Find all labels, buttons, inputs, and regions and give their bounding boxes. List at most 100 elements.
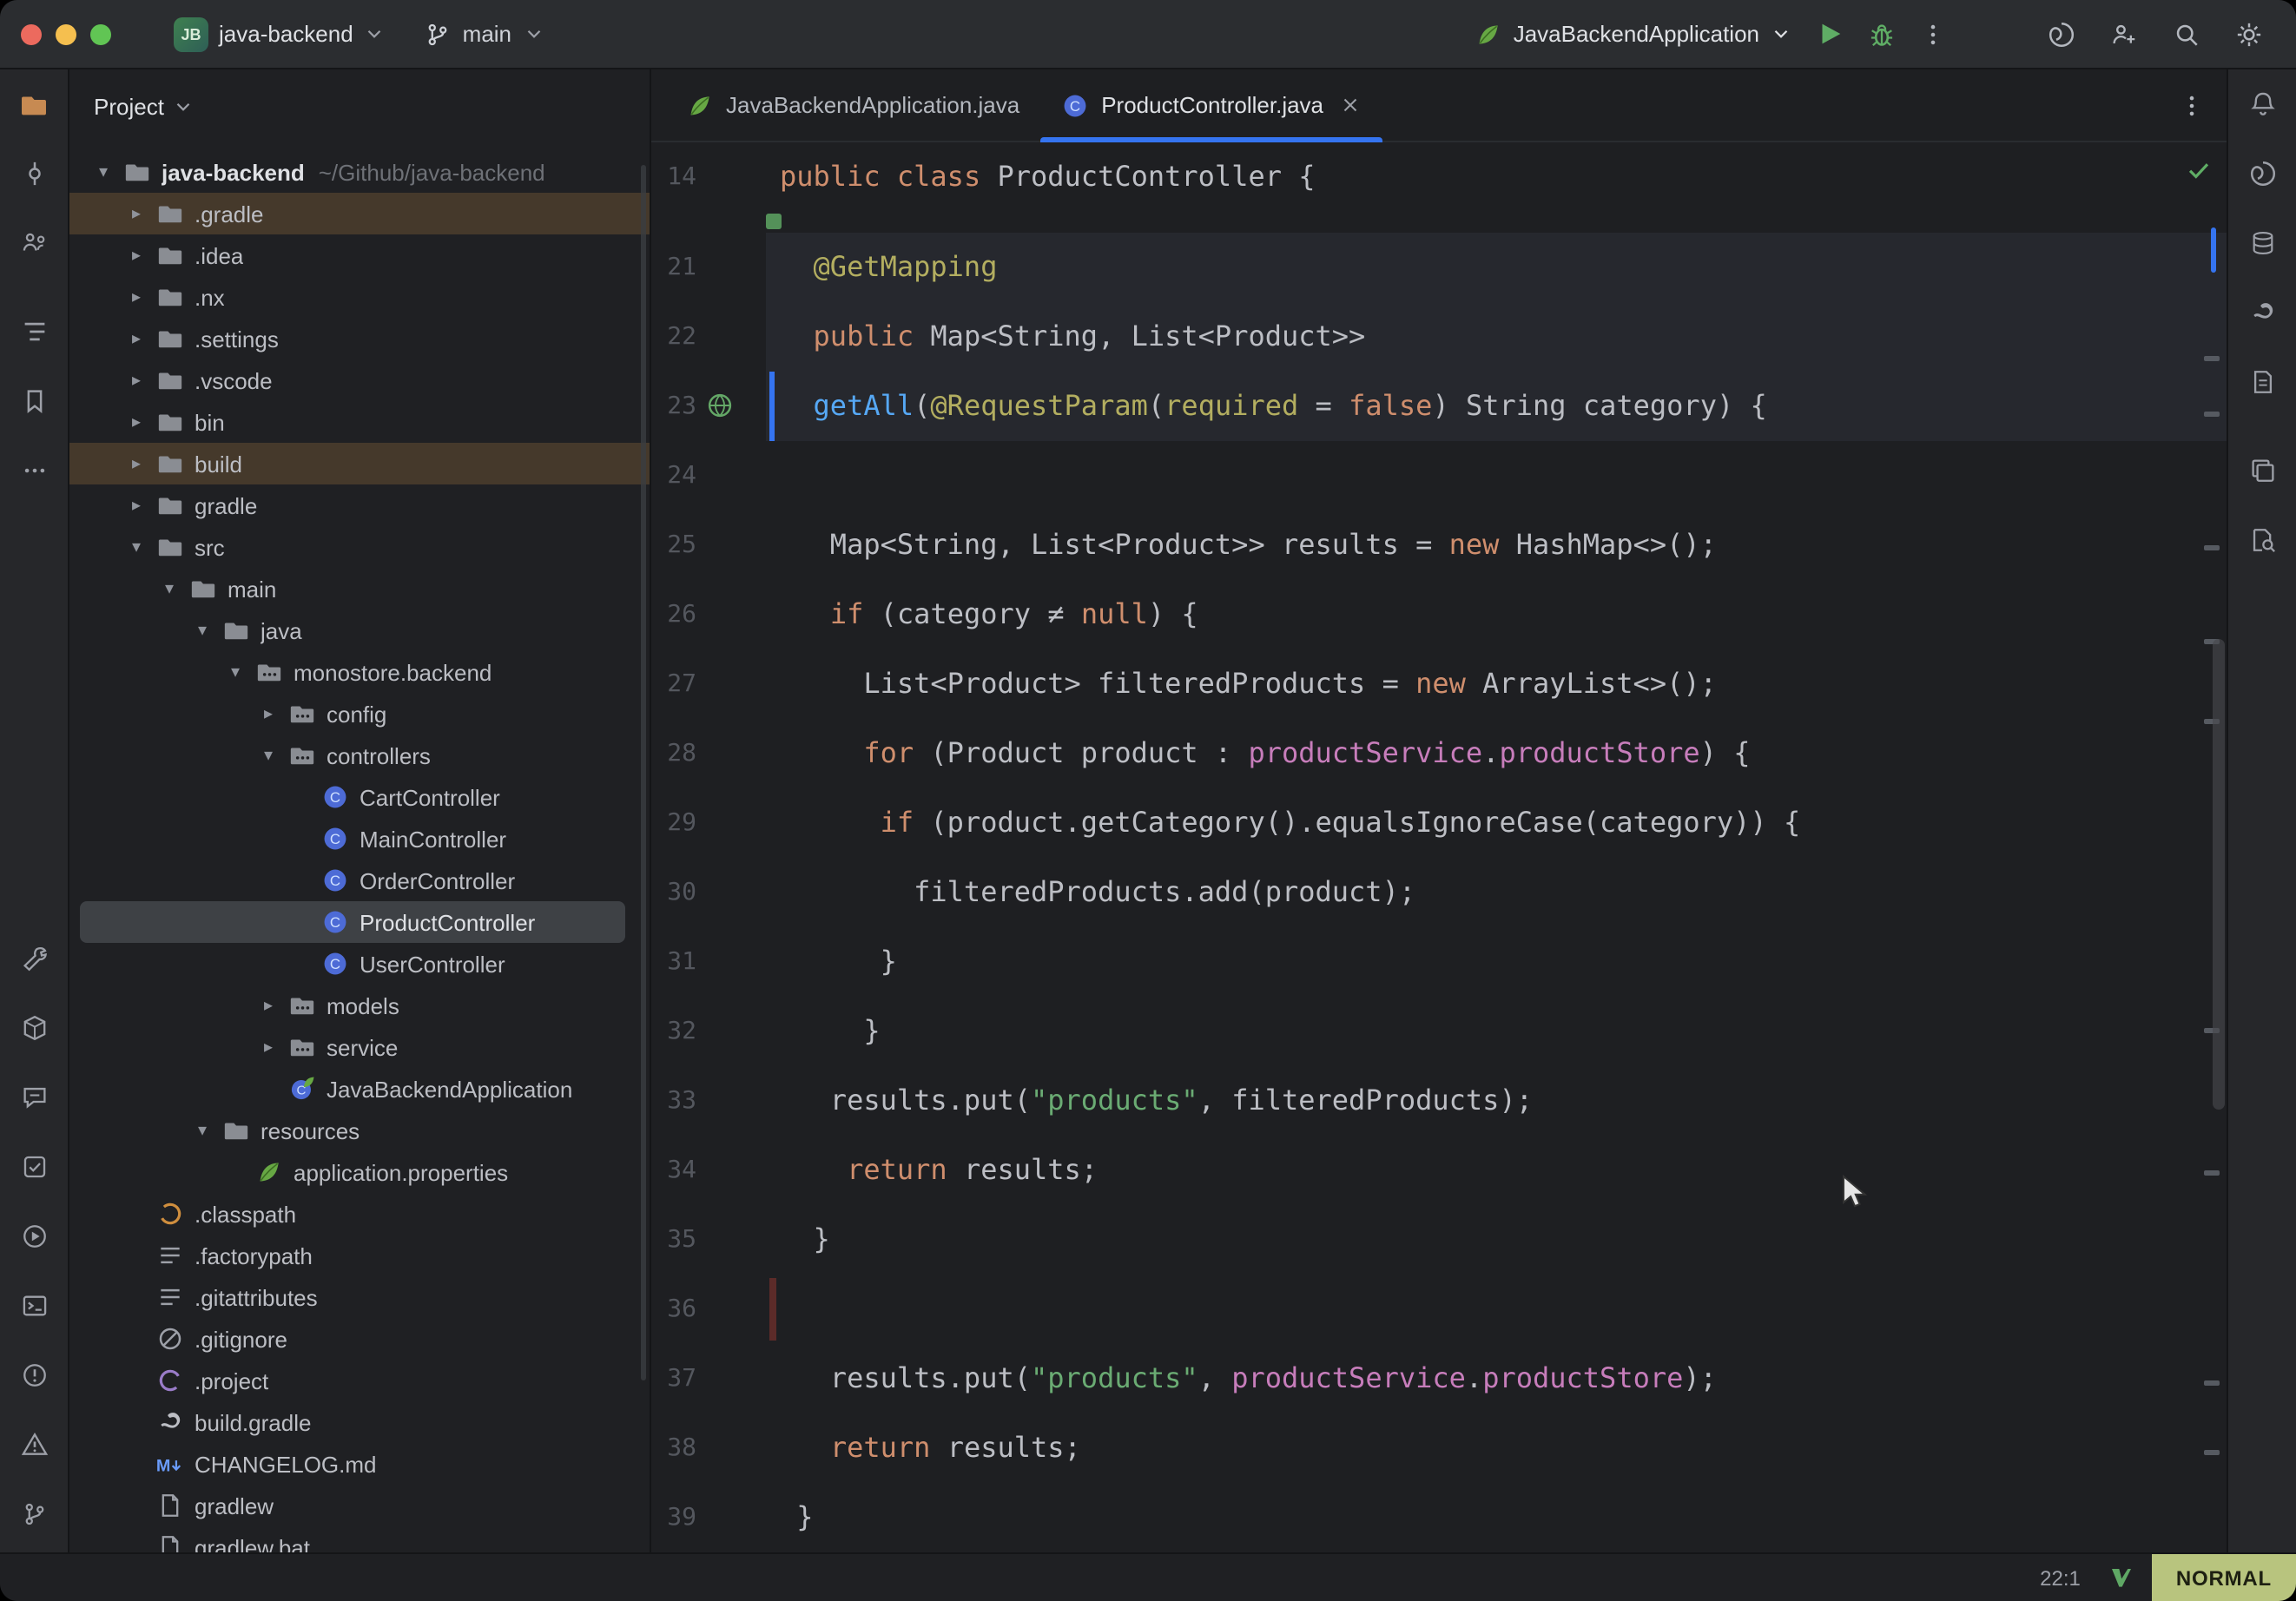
code-line-37[interactable]: 37 results.put("products", productServic… [651, 1344, 2227, 1413]
line-number[interactable]: 24 [651, 441, 696, 511]
tree-item-CartController[interactable]: CCartController [69, 776, 650, 818]
line-number[interactable]: 33 [651, 1066, 696, 1136]
search-everywhere-button[interactable] [2161, 8, 2213, 60]
line-number[interactable]: 27 [651, 649, 696, 719]
line-number[interactable]: 21 [651, 233, 696, 302]
chevron-closed-icon[interactable]: ▸ [120, 287, 153, 306]
tree-item-models[interactable]: ▸models [69, 985, 650, 1026]
ai-chat-tool-button[interactable] [0, 1063, 69, 1132]
chevron-closed-icon[interactable]: ▸ [120, 496, 153, 515]
chevron-closed-icon[interactable]: ▸ [252, 704, 285, 723]
tree-item-JavaBackendApplication[interactable]: CJavaBackendApplication [69, 1068, 650, 1110]
close-tab-icon[interactable] [1339, 94, 1362, 116]
line-number[interactable]: 14 [651, 142, 696, 212]
tree-item-application.properties[interactable]: application.properties [69, 1151, 650, 1193]
project-tool-button[interactable] [0, 69, 69, 139]
dependencies-tool-button[interactable] [0, 993, 69, 1063]
code-line-38[interactable]: 38 return results; [651, 1413, 2227, 1483]
chevron-open-icon[interactable]: ▾ [87, 162, 120, 181]
code-line-14[interactable]: 14public class ProductController { [651, 142, 2227, 212]
line-number[interactable]: 30 [651, 858, 696, 927]
code-line-31[interactable]: 31 } [651, 927, 2227, 997]
structure-tool-button[interactable] [0, 297, 69, 366]
code-editor[interactable]: 14public class ProductController { 21 @Ge… [651, 142, 2227, 1552]
editor-tab-ProductController.java[interactable]: CProductController.java [1040, 69, 1382, 141]
code-line-33[interactable]: 33 results.put("products", filteredProdu… [651, 1066, 2227, 1136]
code-line-24[interactable]: 24 [651, 441, 2227, 511]
tree-item-build.gradle[interactable]: build.gradle [69, 1401, 650, 1443]
database-tool-button[interactable] [2227, 208, 2296, 278]
code-line-29[interactable]: 29 if (product.getCategory().equalsIgnor… [651, 788, 2227, 858]
tree-item-bin[interactable]: ▸bin [69, 401, 650, 443]
tree-item-src[interactable]: ▾src [69, 526, 650, 568]
inspections-ok-icon[interactable] [2185, 156, 2213, 184]
code-line-32[interactable]: 32 } [651, 997, 2227, 1066]
editor-tab-JavaBackendApplication.java[interactable]: JavaBackendApplication.java [665, 69, 1040, 141]
line-number[interactable]: 34 [651, 1136, 696, 1205]
code-line-30[interactable]: 30 filteredProducts.add(product); [651, 858, 2227, 927]
run-button[interactable] [1803, 8, 1855, 60]
todo-tool-button[interactable] [0, 1132, 69, 1202]
line-number[interactable]: 39 [651, 1483, 696, 1552]
tree-item-.project[interactable]: .project [69, 1360, 650, 1401]
tree-item-UserController[interactable]: CUserController [69, 943, 650, 985]
line-number[interactable]: 26 [651, 580, 696, 649]
tree-item-ProductController[interactable]: CProductController [69, 901, 650, 943]
line-number[interactable]: 29 [651, 788, 696, 858]
tree-item-build[interactable]: ▸build [69, 443, 650, 484]
settings-button[interactable] [2223, 8, 2275, 60]
tree-item-service[interactable]: ▸service [69, 1026, 650, 1068]
chevron-open-icon[interactable]: ▾ [186, 1121, 219, 1140]
line-number[interactable]: 35 [651, 1205, 696, 1275]
project-panel-header[interactable]: Project [69, 69, 650, 142]
tree-item-CHANGELOG.md[interactable]: MCHANGELOG.md [69, 1443, 650, 1485]
chevron-open-icon[interactable]: ▾ [252, 746, 285, 765]
line-number[interactable]: 28 [651, 719, 696, 788]
tree-item-.gitignore[interactable]: .gitignore [69, 1318, 650, 1360]
tree-item-.factorypath[interactable]: .factorypath [69, 1235, 650, 1276]
tree-item-OrderController[interactable]: COrderController [69, 860, 650, 901]
code-line-36[interactable]: 36 [651, 1275, 2227, 1344]
tree-item-.gitattributes[interactable]: .gitattributes [69, 1276, 650, 1318]
chevron-closed-icon[interactable]: ▸ [120, 246, 153, 265]
chevron-closed-icon[interactable]: ▸ [120, 454, 153, 473]
close-button[interactable] [21, 23, 42, 44]
tree-item-MainController[interactable]: CMainController [69, 818, 650, 860]
vim-mode-badge[interactable]: NORMAL [2152, 1554, 2296, 1601]
find-tool-button[interactable] [2227, 505, 2296, 575]
line-number[interactable]: 32 [651, 997, 696, 1066]
project-widget[interactable]: JB java-backend [163, 10, 397, 58]
ideavim-icon[interactable] [2108, 1565, 2134, 1591]
minimize-button[interactable] [56, 23, 76, 44]
tree-item-.gradle[interactable]: ▸.gradle [69, 193, 650, 234]
chevron-closed-icon[interactable]: ▸ [120, 371, 153, 390]
code-line-39[interactable]: 39 } [651, 1483, 2227, 1552]
code-with-me-button[interactable] [2098, 8, 2150, 60]
code-line-21[interactable]: 21 @GetMapping [651, 233, 2227, 302]
more-tool-windows-tool-button[interactable] [0, 436, 69, 505]
chevron-closed-icon[interactable]: ▸ [120, 204, 153, 223]
code-line-22[interactable]: 22 public Map<String, List<Product>> [651, 302, 2227, 372]
tree-item-monostore.backend[interactable]: ▾monostore.backend [69, 651, 650, 693]
maven-tool-button[interactable] [2227, 347, 2296, 417]
warnings-tool-button[interactable] [0, 1410, 69, 1479]
code-line-34[interactable]: 34 return results; [651, 1136, 2227, 1205]
tree-item-.classpath[interactable]: .classpath [69, 1193, 650, 1235]
code-line-23[interactable]: 23 getAll(@RequestParam(required = false… [651, 372, 2227, 441]
line-number[interactable]: 25 [651, 511, 696, 580]
commit-tool-button[interactable] [0, 139, 69, 208]
pull-requests-tool-button[interactable] [0, 208, 69, 278]
branch-widget[interactable]: main [414, 13, 555, 55]
tree-item-config[interactable]: ▸config [69, 693, 650, 735]
chevron-closed-icon[interactable]: ▸ [252, 996, 285, 1015]
tree-item-gradle[interactable]: ▸gradle [69, 484, 650, 526]
more-run-options-button[interactable] [1907, 8, 1959, 60]
tree-item-java-backend[interactable]: ▾java-backend~/Github/java-backend [69, 151, 650, 193]
tree-item-resources[interactable]: ▾resources [69, 1110, 650, 1151]
line-number[interactable]: 31 [651, 927, 696, 997]
globe-endpoint-icon[interactable] [705, 391, 735, 420]
line-number[interactable]: 36 [651, 1275, 696, 1344]
caret-position-widget[interactable]: 22:1 [2040, 1565, 2081, 1590]
tree-item-controllers[interactable]: ▾controllers [69, 735, 650, 776]
chevron-closed-icon[interactable]: ▸ [120, 412, 153, 432]
